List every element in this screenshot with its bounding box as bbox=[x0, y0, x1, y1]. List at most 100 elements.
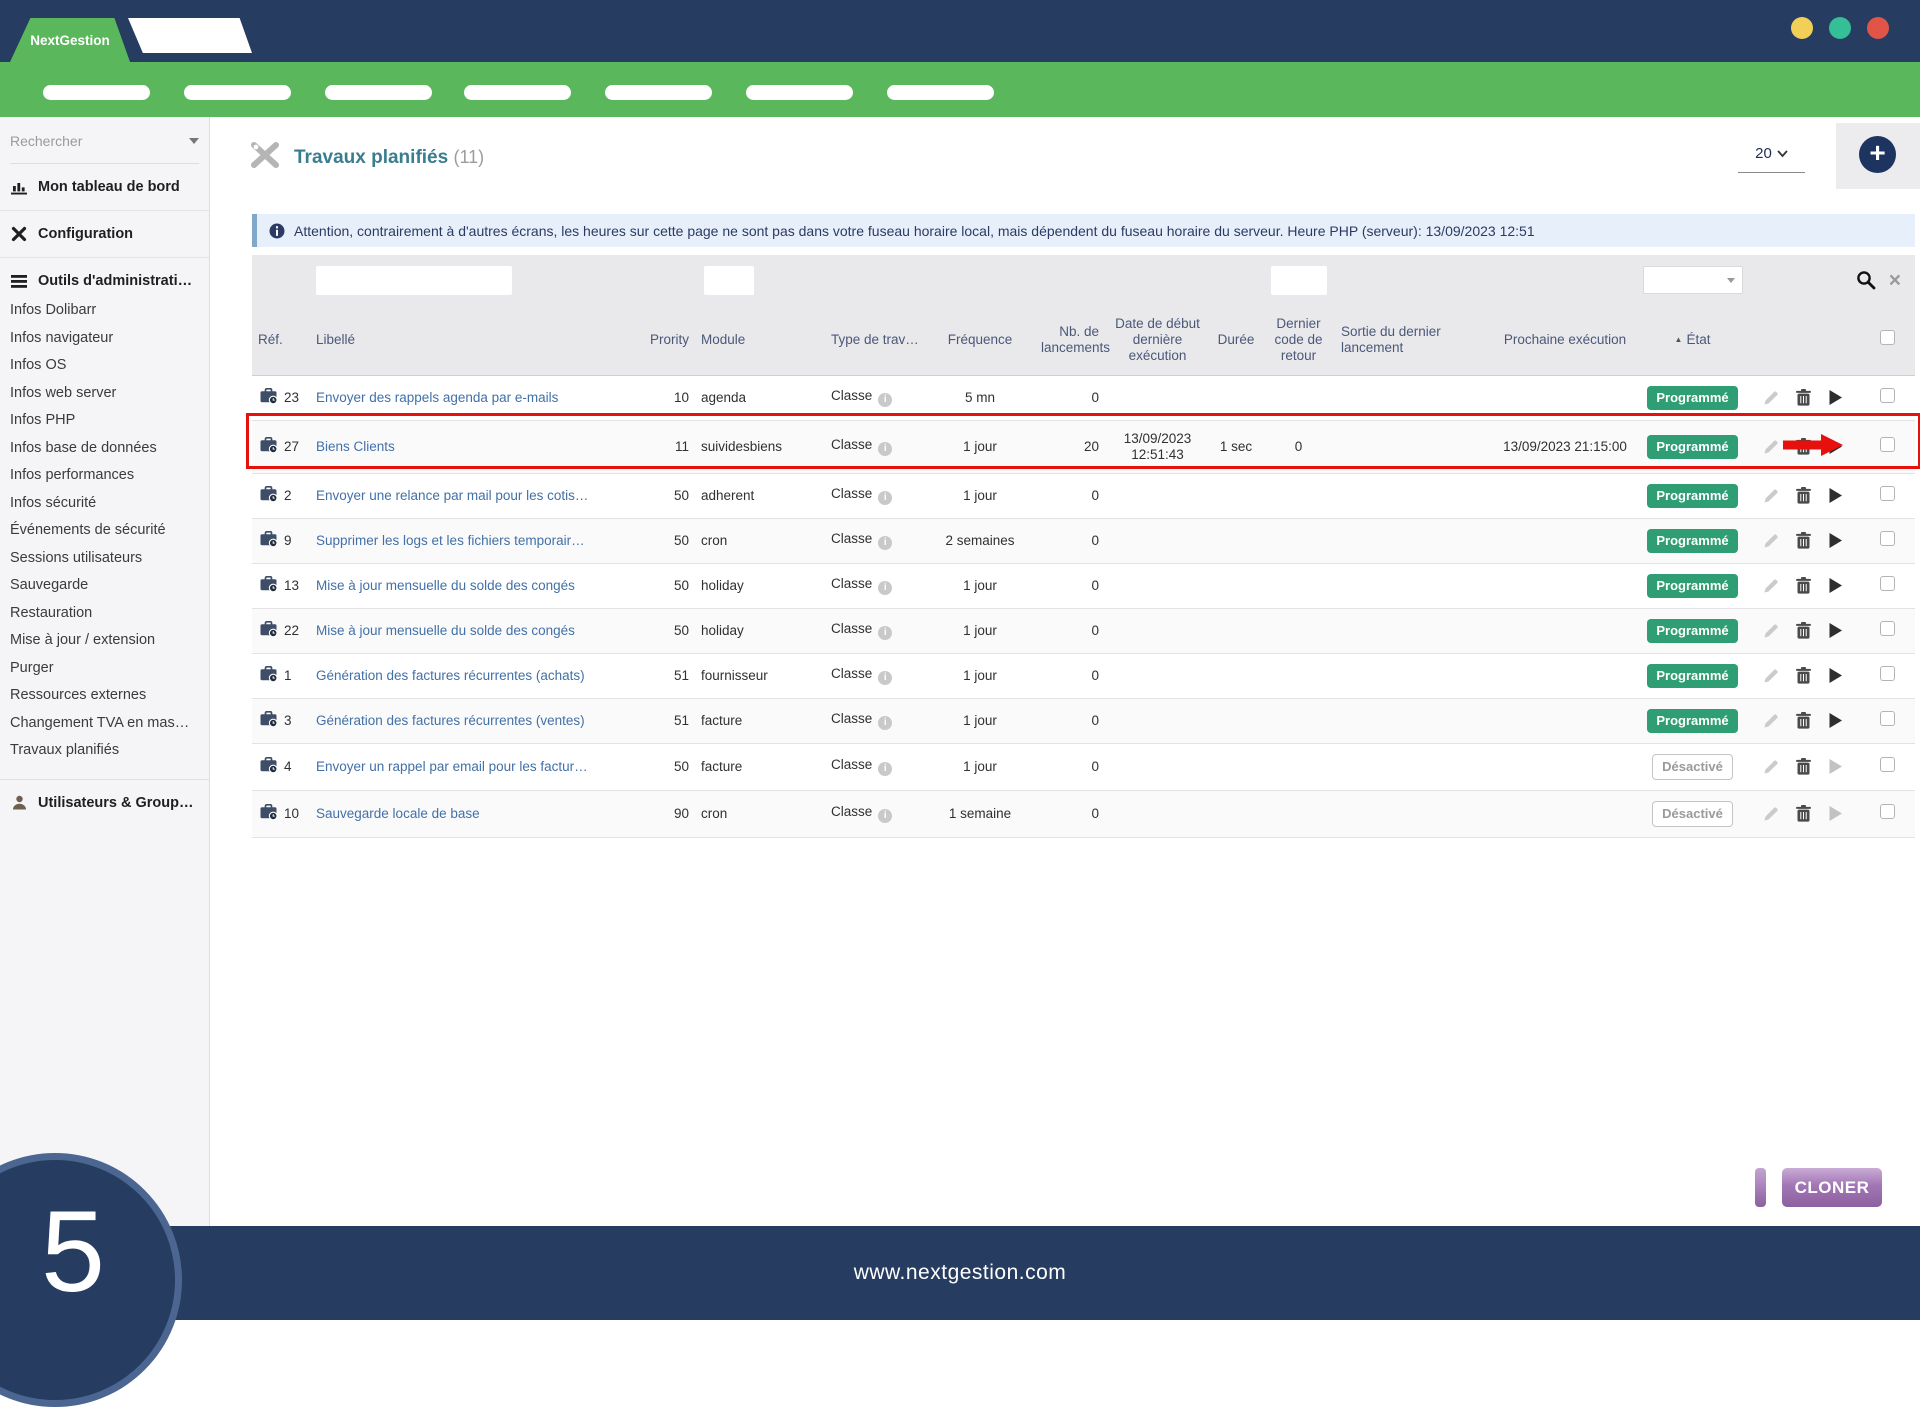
job-next-run bbox=[1490, 790, 1640, 838]
job-label-link[interactable]: Génération des factures récurrentes (ach… bbox=[316, 668, 585, 684]
col-header-duration[interactable]: Durée bbox=[1210, 305, 1262, 376]
run-icon[interactable] bbox=[1828, 389, 1843, 406]
delete-icon[interactable] bbox=[1795, 667, 1811, 684]
col-header-priority[interactable]: Prority bbox=[640, 305, 695, 376]
delete-icon[interactable] bbox=[1795, 389, 1811, 406]
delete-icon[interactable] bbox=[1795, 438, 1811, 455]
col-header-frequency[interactable]: Fréquence bbox=[925, 305, 1035, 376]
delete-icon[interactable] bbox=[1795, 532, 1811, 549]
sidebar-item[interactable]: Infos performances bbox=[10, 462, 199, 490]
col-header-module[interactable]: Module bbox=[695, 305, 825, 376]
sidebar-item-configuration[interactable]: Configuration bbox=[0, 211, 209, 258]
edit-icon[interactable] bbox=[1763, 759, 1779, 775]
run-icon[interactable] bbox=[1828, 438, 1843, 455]
edit-icon[interactable] bbox=[1763, 668, 1779, 684]
sidebar-item[interactable]: Infos PHP bbox=[10, 407, 199, 435]
module-filter-input[interactable] bbox=[704, 265, 754, 295]
close-icon[interactable]: × bbox=[1889, 270, 1901, 291]
row-checkbox[interactable] bbox=[1880, 576, 1895, 591]
sidebar-item[interactable]: Restauration bbox=[10, 600, 199, 628]
sidebar-item[interactable]: Sauvegarde bbox=[10, 572, 199, 600]
row-checkbox[interactable] bbox=[1880, 757, 1895, 772]
sidebar-item[interactable]: Événements de sécurité bbox=[10, 517, 199, 545]
sidebar-item[interactable]: Purger bbox=[10, 655, 199, 683]
row-checkbox[interactable] bbox=[1880, 711, 1895, 726]
brand-logo: NextGestion bbox=[10, 18, 130, 62]
edit-icon[interactable] bbox=[1763, 390, 1779, 406]
sidebar-item[interactable]: Ressources externes bbox=[10, 682, 199, 710]
status-filter-select[interactable] bbox=[1642, 266, 1743, 294]
page-size-select[interactable]: 20 bbox=[1738, 145, 1805, 173]
job-label-link[interactable]: Biens Clients bbox=[316, 439, 395, 455]
col-header-last-start[interactable]: Date de début dernière exécution bbox=[1105, 305, 1210, 376]
sidebar-item[interactable]: Infos web server bbox=[10, 380, 199, 408]
sidebar-item[interactable]: Mise à jour / extension bbox=[10, 627, 199, 655]
run-icon[interactable] bbox=[1828, 577, 1843, 594]
run-icon[interactable] bbox=[1828, 758, 1843, 775]
edit-icon[interactable] bbox=[1763, 713, 1779, 729]
sidebar-item-dashboard[interactable]: Mon tableau de bord bbox=[0, 164, 209, 211]
col-header-ref[interactable]: Réf. bbox=[252, 305, 310, 376]
select-all-checkbox[interactable] bbox=[1880, 330, 1895, 346]
job-label-link[interactable]: Envoyer une relance par mail pour les co… bbox=[316, 488, 588, 504]
sidebar-item[interactable]: Changement TVA en mas… bbox=[10, 710, 199, 738]
delete-icon[interactable] bbox=[1795, 712, 1811, 729]
col-header-type[interactable]: Type de trav… bbox=[825, 305, 925, 376]
sidebar-item[interactable]: Travaux planifiés bbox=[10, 737, 199, 765]
delete-icon[interactable] bbox=[1795, 577, 1811, 594]
sidebar-item[interactable]: Infos OS bbox=[10, 352, 199, 380]
edit-icon[interactable] bbox=[1763, 578, 1779, 594]
sidebar-item[interactable]: Infos Dolibarr bbox=[10, 297, 199, 325]
run-icon[interactable] bbox=[1828, 532, 1843, 549]
job-label-link[interactable]: Mise à jour mensuelle du solde des congé… bbox=[316, 578, 575, 594]
delete-icon[interactable] bbox=[1795, 758, 1811, 775]
sidebar-item[interactable]: Infos sécurité bbox=[10, 490, 199, 518]
return-code-filter-input[interactable] bbox=[1270, 265, 1327, 295]
row-checkbox[interactable] bbox=[1880, 531, 1895, 546]
edit-icon[interactable] bbox=[1763, 439, 1779, 455]
run-icon[interactable] bbox=[1828, 667, 1843, 684]
job-label-link[interactable]: Génération des factures récurrentes (ven… bbox=[316, 713, 585, 729]
label-filter-input[interactable] bbox=[316, 265, 512, 295]
col-header-status[interactable]: ▲ État bbox=[1640, 305, 1745, 376]
col-header-label[interactable]: Libellé bbox=[310, 305, 640, 376]
partial-button[interactable] bbox=[1755, 1168, 1766, 1207]
add-job-button[interactable]: + bbox=[1859, 136, 1896, 173]
row-checkbox[interactable] bbox=[1880, 666, 1895, 681]
row-checkbox[interactable] bbox=[1880, 804, 1895, 819]
delete-icon[interactable] bbox=[1795, 622, 1811, 639]
job-label-link[interactable]: Envoyer un rappel par email pour les fac… bbox=[316, 759, 588, 775]
delete-icon[interactable] bbox=[1795, 805, 1811, 822]
sidebar-item[interactable]: Infos base de données bbox=[10, 435, 199, 463]
sidebar-item-users-groups[interactable]: Utilisateurs & Group… bbox=[0, 780, 209, 817]
job-label-link[interactable]: Mise à jour mensuelle du solde des congé… bbox=[316, 623, 575, 639]
run-icon[interactable] bbox=[1828, 622, 1843, 639]
row-checkbox[interactable] bbox=[1880, 388, 1895, 403]
col-header-launches[interactable]: Nb. de lancements bbox=[1035, 305, 1110, 376]
sidebar-search[interactable] bbox=[10, 133, 199, 164]
edit-icon[interactable] bbox=[1763, 806, 1779, 822]
col-header-return-code[interactable]: Dernier code de retour bbox=[1262, 305, 1335, 376]
delete-icon[interactable] bbox=[1795, 487, 1811, 504]
edit-icon[interactable] bbox=[1763, 533, 1779, 549]
row-checkbox[interactable] bbox=[1880, 486, 1895, 501]
run-icon[interactable] bbox=[1828, 487, 1843, 504]
job-label-link[interactable]: Sauvegarde locale de base bbox=[316, 806, 480, 822]
edit-icon[interactable] bbox=[1763, 488, 1779, 504]
search-icon[interactable] bbox=[1856, 270, 1876, 290]
edit-icon[interactable] bbox=[1763, 623, 1779, 639]
clone-button[interactable]: CLONER bbox=[1782, 1168, 1882, 1207]
search-input[interactable] bbox=[10, 133, 160, 149]
col-header-last-output[interactable]: Sortie du dernier lancement bbox=[1335, 305, 1490, 376]
row-checkbox[interactable] bbox=[1880, 621, 1895, 636]
col-header-next-run[interactable]: Prochaine exécution bbox=[1490, 305, 1640, 376]
job-last-output bbox=[1335, 790, 1490, 838]
sidebar-item[interactable]: Infos navigateur bbox=[10, 325, 199, 353]
row-checkbox[interactable] bbox=[1880, 437, 1895, 452]
job-label-link[interactable]: Envoyer des rappels agenda par e-mails bbox=[316, 390, 558, 406]
sidebar-item[interactable]: Sessions utilisateurs bbox=[10, 545, 199, 573]
run-icon[interactable] bbox=[1828, 805, 1843, 822]
job-label-link[interactable]: Supprimer les logs et les fichiers tempo… bbox=[316, 533, 585, 549]
run-icon[interactable] bbox=[1828, 712, 1843, 729]
sidebar-item-admin-tools[interactable]: Outils d'administrati… bbox=[0, 258, 209, 295]
